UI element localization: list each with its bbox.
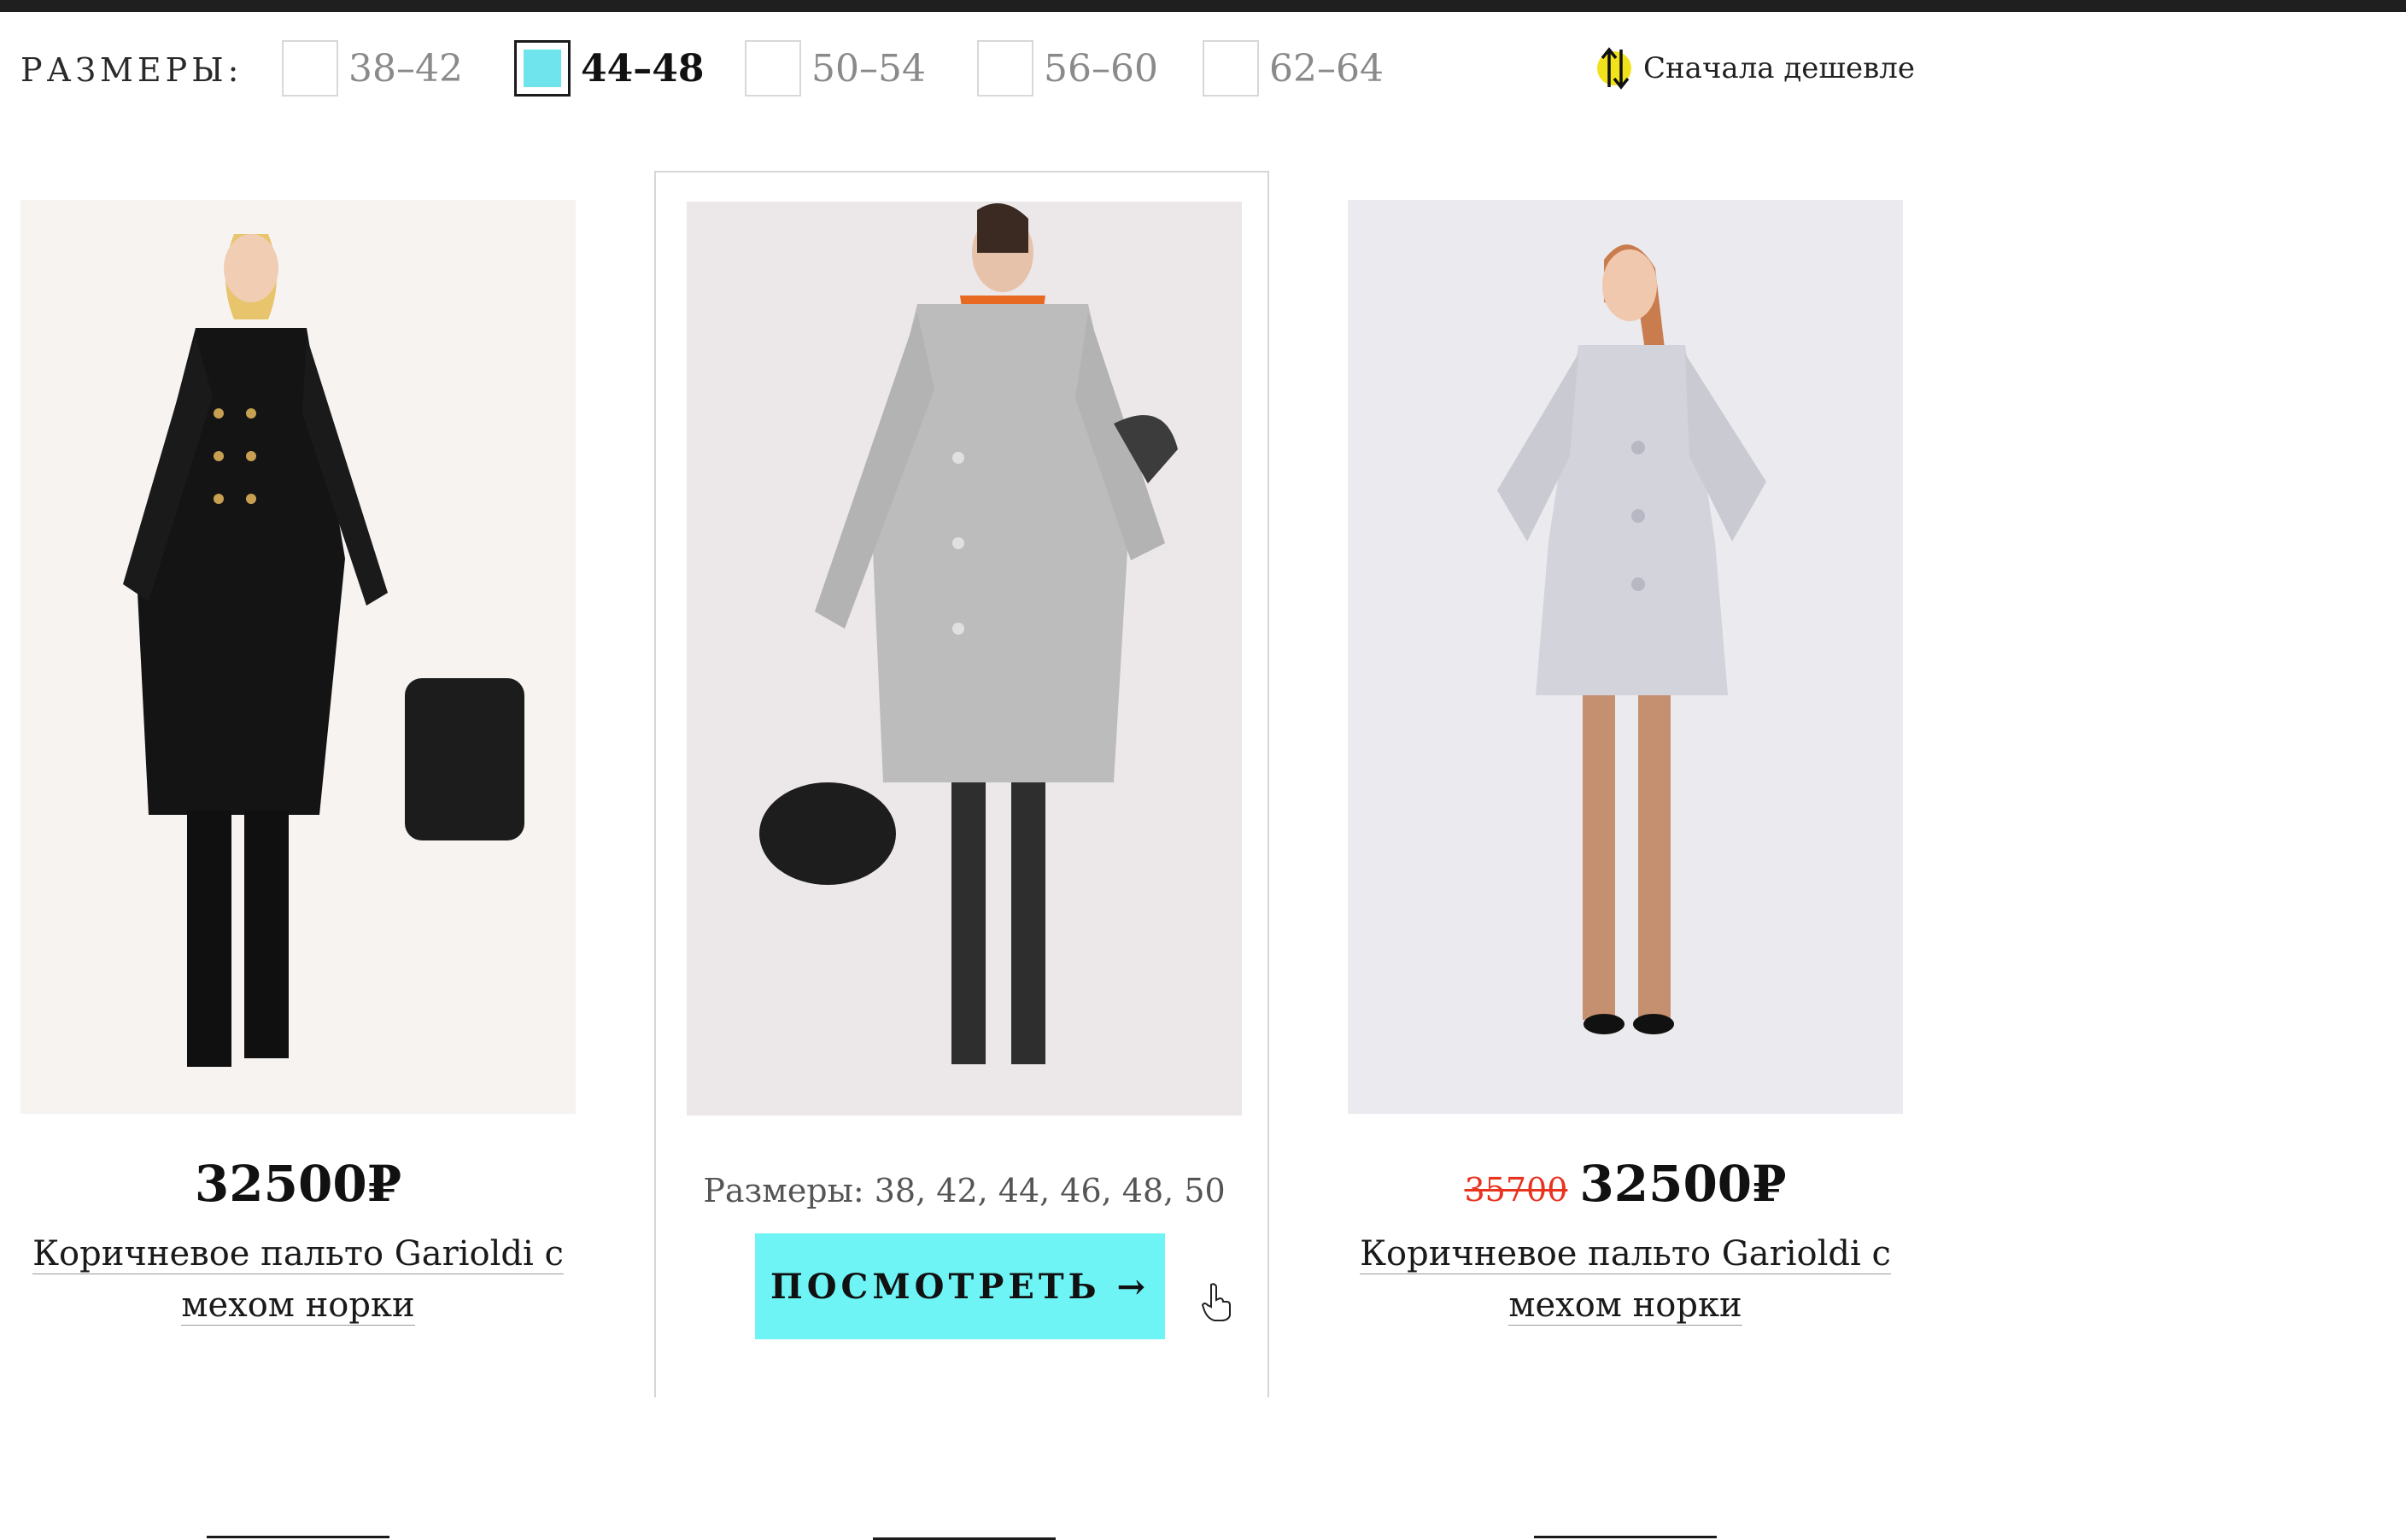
product-name-link[interactable]: Коричневое пальто Garioldi с мехом норки (20, 1228, 576, 1331)
size-option-38-42[interactable]: 38–42 (282, 36, 463, 101)
product-photo-black-coat[interactable] (20, 200, 576, 1114)
size-checkbox-checked[interactable] (514, 40, 571, 97)
available-sizes: Размеры: 38, 42, 44, 46, 48, 50 (703, 1172, 1226, 1209)
size-filter-bar: РАЗМЕРЫ: 38–42 44–48 50–54 56–60 62–64 С… (20, 34, 2070, 102)
checked-mark (524, 50, 561, 87)
card-divider (1534, 1536, 1717, 1538)
product-price: 32500₽ (1579, 1155, 1787, 1213)
top-bar (0, 0, 2406, 12)
size-option-56-60[interactable]: 56–60 (977, 36, 1158, 101)
size-checkbox[interactable] (745, 40, 801, 97)
product-price-block: 35700 32500₽ (1348, 1155, 1903, 1213)
product-photo-grey-coat[interactable] (687, 202, 1242, 1115)
product-name-line-1: Коричневое пальто Garioldi с (32, 1234, 564, 1274)
size-checkbox[interactable] (977, 40, 1033, 97)
size-option-62-64[interactable]: 62–64 (1203, 36, 1384, 101)
product-name-line-2: мехом норки (1508, 1285, 1742, 1326)
sort-cheaper-first[interactable]: Сначала дешевле (1592, 41, 1915, 96)
size-label: 50–54 (811, 46, 926, 91)
size-option-50-54[interactable]: 50–54 (745, 36, 926, 101)
size-label: 56–60 (1044, 46, 1158, 91)
sort-label: Сначала дешевле (1643, 51, 1916, 85)
card-divider (207, 1536, 389, 1538)
product-name-line-1: Коричневое пальто Garioldi с (1360, 1234, 1891, 1274)
hand-cursor-icon (1201, 1283, 1231, 1321)
product-card[interactable]: 32500₽ Коричневое пальто Garioldi с мехо… (20, 171, 635, 1538)
sort-arrows-icon (1597, 47, 1631, 90)
product-price: 32500₽ (194, 1155, 402, 1213)
size-checkbox[interactable] (282, 40, 338, 97)
view-product-button[interactable]: ПОСМОТРЕТЬ → (755, 1233, 1165, 1339)
product-card-hovered[interactable]: Размеры: 38, 42, 44, 46, 48, 50 ПОСМОТРЕ… (654, 171, 1269, 1540)
product-name-link[interactable]: Коричневое пальто Garioldi с мехом норки (1348, 1228, 1903, 1331)
filters-label: РАЗМЕРЫ: (20, 51, 243, 89)
old-price: 35700 (1464, 1171, 1568, 1209)
product-photo-white-coat[interactable] (1348, 200, 1903, 1114)
size-label: 38–42 (348, 46, 463, 91)
product-card[interactable]: 35700 32500₽ Коричневое пальто Garioldi с… (1348, 171, 1963, 1538)
product-name-line-2: мехом норки (181, 1285, 415, 1326)
size-label: 44–48 (581, 46, 705, 91)
size-label: 62–64 (1269, 46, 1384, 91)
size-option-44-48[interactable]: 44–48 (514, 36, 704, 101)
size-checkbox[interactable] (1203, 40, 1259, 97)
